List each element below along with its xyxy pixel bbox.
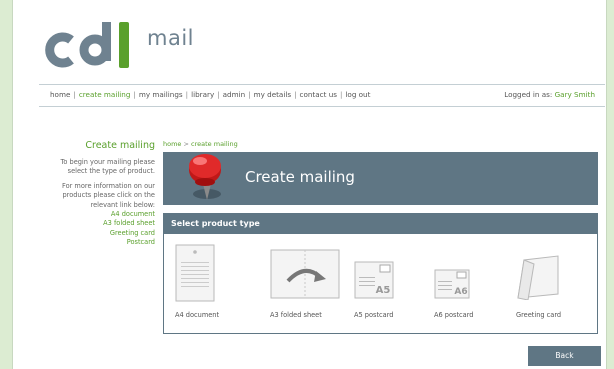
product-label: A5 postcard xyxy=(354,311,394,319)
a4-document-icon xyxy=(175,244,215,302)
logged-in-user[interactable]: Gary Smith xyxy=(555,90,595,99)
product-label: A3 folded sheet xyxy=(270,311,322,319)
product-label: A4 document xyxy=(175,311,220,319)
nav-my-mailings[interactable]: my mailings xyxy=(139,90,183,99)
main-nav: home | create mailing | my mailings | library |… xyxy=(50,90,370,99)
cdl-logo[interactable] xyxy=(41,20,141,70)
a3-folded-sheet-icon xyxy=(270,249,340,299)
sidebar-links: A4 document A3 folded sheet Greeting car… xyxy=(43,210,155,248)
login-prefix: Logged in as: xyxy=(504,90,553,99)
page: mail home | create mailing | my mailings | lib… xyxy=(12,0,607,369)
sidebar-link-a3-folded-sheet[interactable]: A3 folded sheet xyxy=(43,219,155,228)
nav-my-details[interactable]: my details xyxy=(254,90,292,99)
nav-separator: | xyxy=(73,90,76,99)
header-divider-bottom xyxy=(39,106,605,107)
greeting-card-icon xyxy=(517,255,559,301)
product-a6-postcard[interactable]: A6 A6 postcard xyxy=(434,269,474,319)
nav-library[interactable]: library xyxy=(191,90,214,99)
nav-separator: | xyxy=(340,90,343,99)
nav-separator: | xyxy=(294,90,297,99)
product-a5-postcard[interactable]: A5 A5 postcard xyxy=(354,261,394,319)
a5-tag: A5 xyxy=(376,285,391,296)
sidebar-info: For more information on our products ple… xyxy=(62,181,155,209)
product-panel-title: Select product type xyxy=(164,214,597,234)
sidebar-title: Create mailing xyxy=(85,140,155,151)
back-button[interactable]: Back xyxy=(528,346,601,366)
product-a4-document[interactable]: A4 document xyxy=(175,244,219,319)
cdl-logo-graphic xyxy=(45,22,129,68)
page-banner: Create mailing xyxy=(163,152,598,205)
page-title: Create mailing xyxy=(245,168,355,186)
sidebar-intro: To begin your mailing please select the … xyxy=(60,158,155,176)
nav-contact-us[interactable]: contact us xyxy=(300,90,337,99)
nav-log-out[interactable]: log out xyxy=(345,90,370,99)
login-status: Logged in as: Gary Smith xyxy=(504,90,595,99)
product-type-panel: Select product type A4 document A3 folde… xyxy=(163,213,598,334)
product-label: A6 postcard xyxy=(434,311,474,319)
sidebar-link-a4-document[interactable]: A4 document xyxy=(43,210,155,219)
product-label: Greeting card xyxy=(516,311,562,319)
product-a3-folded-sheet[interactable]: A3 folded sheet xyxy=(270,249,340,319)
nav-separator: | xyxy=(217,90,220,99)
nav-separator: | xyxy=(248,90,251,99)
product-greeting-card[interactable]: Greeting card xyxy=(514,254,562,319)
push-pin-icon xyxy=(181,144,231,212)
sidebar-link-greeting-card[interactable]: Greeting card xyxy=(43,229,155,238)
nav-home[interactable]: home xyxy=(50,90,70,99)
nav-separator: | xyxy=(133,90,136,99)
a5-postcard-icon: A5 xyxy=(354,261,394,299)
a6-tag: A6 xyxy=(454,287,467,297)
sidebar-link-postcard[interactable]: Postcard xyxy=(43,238,155,247)
nav-create-mailing[interactable]: create mailing xyxy=(79,90,131,99)
mail-wordmark: mail xyxy=(147,26,194,50)
nav-admin[interactable]: admin xyxy=(223,90,246,99)
nav-separator: | xyxy=(185,90,189,99)
sidebar: Create mailing To begin your mailing ple… xyxy=(43,140,155,248)
a6-postcard-icon: A6 xyxy=(434,269,470,299)
breadcrumb-home[interactable]: home xyxy=(163,140,181,148)
header-divider-top xyxy=(39,84,605,85)
